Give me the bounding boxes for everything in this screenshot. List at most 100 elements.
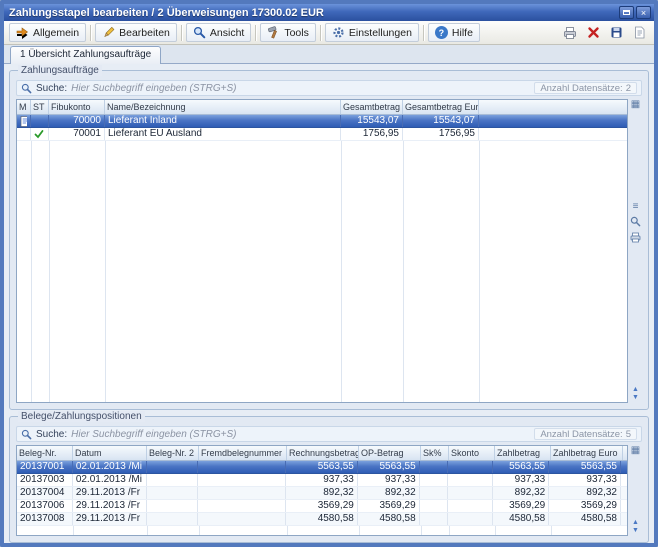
cell-filler <box>621 500 627 512</box>
scroll-up-icon[interactable]: ▲ <box>632 386 639 393</box>
group-zahlungsauftraege-title: Zahlungsaufträge <box>18 65 102 76</box>
header-gesamtbetrag-euro[interactable]: Gesamtbetrag Euro <box>403 100 479 114</box>
bearbeiten-button[interactable]: Bearbeiten <box>95 23 177 42</box>
orders-search-input[interactable] <box>71 83 530 94</box>
cell-m <box>17 115 31 127</box>
cell-beleg-nr-2 <box>147 461 199 473</box>
cell-skonto <box>448 487 494 499</box>
titlebar-buttons: × <box>619 6 651 19</box>
header-zahlbetrag-euro[interactable]: Zahlbetrag Euro <box>551 446 623 460</box>
orders-side-toolbar: ▦ ≡ ▲ ▼ <box>628 99 642 403</box>
table-row[interactable]: 70001 Lieferant EU Ausland 1756,95 1756,… <box>17 128 627 141</box>
print-rows-icon[interactable] <box>630 232 641 243</box>
table-row[interactable]: 70000 Lieferant Inland 15543,07 15543,07 <box>17 115 627 128</box>
cell-gesamtbetrag: 1756,95 <box>341 128 403 140</box>
column-config-icon[interactable]: ▦ <box>631 445 640 456</box>
close-button[interactable]: × <box>636 6 651 19</box>
ansicht-label: Ansicht <box>210 27 244 39</box>
positions-search-label: Suche: <box>36 429 67 440</box>
cell-datum: 02.01.2013 /Mi <box>73 461 147 473</box>
header-op-betrag[interactable]: OP-Betrag <box>359 446 421 460</box>
scroll-down-icon[interactable]: ▼ <box>632 527 639 534</box>
cell-rechnungsbetrag: 4580,58 <box>286 513 358 525</box>
table-row[interactable]: 20137006 29.11.2013 /Fr 3569,29 3569,29 … <box>17 500 627 513</box>
cell-datum: 29.11.2013 /Fr <box>73 513 147 525</box>
cell-beleg-nr: 20137006 <box>17 500 73 512</box>
cell-gesamtbetrag: 15543,07 <box>341 115 403 127</box>
pencil-icon <box>102 26 115 39</box>
cell-st <box>31 115 49 127</box>
orders-table-area: M ST Fibukonto Name/Bezeichnung Gesamtbe… <box>16 99 642 403</box>
cell-filler <box>621 487 627 499</box>
orders-mid-icons: ≡ <box>630 202 641 243</box>
header-fremdbelegnummer[interactable]: Fremdbelegnummer <box>199 446 287 460</box>
cell-beleg-nr: 20137004 <box>17 487 73 499</box>
zoom-icon[interactable] <box>630 216 641 227</box>
cell-fremdbelegnummer <box>198 474 286 486</box>
allgemein-button[interactable]: Allgemein <box>9 23 86 42</box>
gear-icon <box>332 26 345 39</box>
cell-zahlbetrag: 5563,55 <box>493 461 549 473</box>
column-config-icon[interactable]: ▦ <box>631 99 640 110</box>
table-row[interactable]: 20137008 29.11.2013 /Fr 4580,58 4580,58 … <box>17 513 627 526</box>
cell-rechnungsbetrag: 5563,55 <box>286 461 358 473</box>
form-icon <box>20 116 27 127</box>
cell-sk <box>420 500 448 512</box>
positions-table-header: Beleg-Nr. Datum Beleg-Nr. 2 Fremdbelegnu… <box>17 446 627 461</box>
einstellungen-button[interactable]: Einstellungen <box>325 23 419 42</box>
header-m[interactable]: M <box>17 100 31 114</box>
header-filler <box>623 446 627 460</box>
group-belege-zahlungspositionen: Belege/Zahlungspositionen Suche: Anzahl … <box>9 416 649 543</box>
tools-button[interactable]: Tools <box>260 23 316 42</box>
print-button[interactable] <box>562 25 578 41</box>
header-beleg-nr-2[interactable]: Beleg-Nr. 2 <box>147 446 199 460</box>
allgemein-label: Allgemein <box>33 27 79 39</box>
cell-skonto <box>448 500 494 512</box>
save-button[interactable] <box>608 25 624 41</box>
cell-filler <box>479 128 627 140</box>
ansicht-button[interactable]: Ansicht <box>186 23 251 42</box>
cell-filler <box>479 115 627 127</box>
table-row[interactable]: 20137001 02.01.2013 /Mi 5563,55 5563,55 … <box>17 461 627 474</box>
scroll-down-icon[interactable]: ▼ <box>632 394 639 401</box>
document-icon <box>633 26 646 39</box>
list-icon[interactable]: ≡ <box>633 202 639 211</box>
tabstrip: 1 Übersicht Zahlungsaufträge <box>4 45 654 64</box>
header-beleg-nr[interactable]: Beleg-Nr. <box>17 446 73 460</box>
header-skonto[interactable]: Skonto <box>449 446 495 460</box>
header-gesamtbetrag[interactable]: Gesamtbetrag <box>341 100 403 114</box>
header-fibukonto[interactable]: Fibukonto <box>49 100 105 114</box>
cell-fremdbelegnummer <box>198 513 286 525</box>
positions-search-input[interactable] <box>71 429 530 440</box>
cell-op-betrag: 5563,55 <box>358 461 420 473</box>
cell-gesamtbetrag-euro: 15543,07 <box>403 115 479 127</box>
header-zahlbetrag[interactable]: Zahlbetrag <box>495 446 551 460</box>
header-name[interactable]: Name/Bezeichnung <box>105 100 341 114</box>
tab-uebersicht-zahlungsauftraege[interactable]: 1 Übersicht Zahlungsaufträge <box>10 46 161 64</box>
table-row[interactable]: 20137003 02.01.2013 /Mi 937,33 937,33 93… <box>17 474 627 487</box>
header-st[interactable]: ST <box>31 100 49 114</box>
delete-button[interactable] <box>585 25 601 41</box>
toolbar-separator <box>255 25 256 41</box>
positions-record-count: Anzahl Datensätze: 5 <box>534 428 637 440</box>
toolbar-separator <box>90 25 91 41</box>
content: Zahlungsaufträge Suche: Anzahl Datensätz… <box>4 64 654 543</box>
cell-filler <box>621 461 627 473</box>
header-sk[interactable]: Sk% <box>421 446 449 460</box>
orders-search-row: Suche: Anzahl Datensätze: 2 <box>16 80 642 96</box>
toolbar-separator <box>181 25 182 41</box>
cell-st <box>31 128 49 140</box>
cell-m <box>17 128 31 140</box>
cell-op-betrag: 937,33 <box>358 474 420 486</box>
tools-label: Tools <box>284 27 309 39</box>
restore-button[interactable] <box>619 6 634 19</box>
header-datum[interactable]: Datum <box>73 446 147 460</box>
cell-zahlbetrag-euro: 937,33 <box>549 474 621 486</box>
table-row[interactable]: 20137004 29.11.2013 /Fr 892,32 892,32 89… <box>17 487 627 500</box>
notes-button[interactable] <box>631 25 647 41</box>
scroll-up-icon[interactable]: ▲ <box>632 519 639 526</box>
hilfe-button[interactable]: ? Hilfe <box>428 23 480 42</box>
cell-op-betrag: 3569,29 <box>358 500 420 512</box>
toolbar-separator <box>423 25 424 41</box>
header-rechnungsbetrag[interactable]: Rechnungsbetrag <box>287 446 359 460</box>
